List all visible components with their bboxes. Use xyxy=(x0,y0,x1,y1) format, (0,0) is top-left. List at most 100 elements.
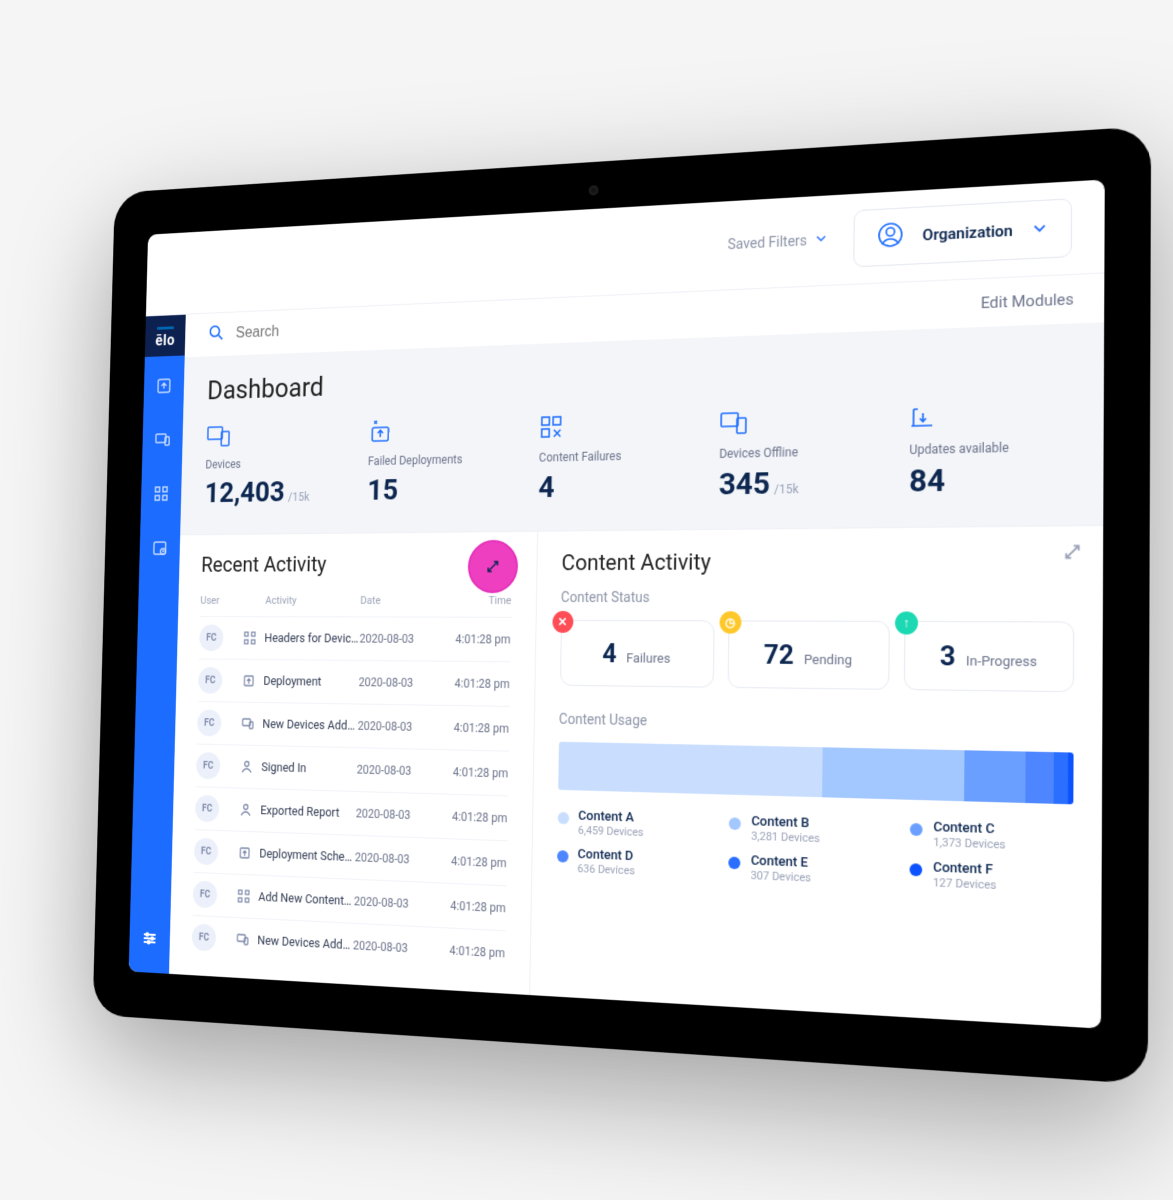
activity-date: 2020-08-03 xyxy=(356,807,434,823)
sidebar-nav-devices[interactable] xyxy=(154,430,171,453)
activity-type-icon xyxy=(234,674,264,688)
content-usage-chart xyxy=(558,742,1074,805)
page-title: Dashboard xyxy=(207,345,1074,406)
chevron-down-icon xyxy=(1032,219,1047,240)
activity-type-icon xyxy=(231,803,261,817)
legend-item: Content D636 Devices xyxy=(556,846,699,880)
legend-dot-icon xyxy=(557,812,569,824)
stat-icon xyxy=(368,412,508,445)
activity-date: 2020-08-03 xyxy=(354,894,432,911)
legend-sub: 636 Devices xyxy=(577,862,635,877)
legend-item: Content E307 Devices xyxy=(728,852,878,887)
activity-table-header: User Activity Date Time xyxy=(200,590,512,617)
status-value: 4 xyxy=(602,639,617,669)
stat-value: 15 xyxy=(367,471,507,507)
usage-segment xyxy=(1054,752,1068,804)
chevron-down-icon xyxy=(815,232,827,249)
activity-time: 4:01:28 pm xyxy=(433,809,507,825)
sidebar-nav-upload[interactable] xyxy=(155,376,172,399)
user-avatar: FC xyxy=(197,710,221,737)
stat-icon xyxy=(539,407,686,441)
activity-type-icon xyxy=(232,760,262,774)
legend-sub: 307 Devices xyxy=(751,869,811,885)
activity-time: 4:01:28 pm xyxy=(435,720,509,735)
activity-text: Exported Report xyxy=(260,803,356,821)
saved-filters-label: Saved Filters xyxy=(728,233,808,253)
stat-card[interactable]: Devices Offline345/15k xyxy=(719,402,875,502)
status-label: In-Progress xyxy=(966,654,1037,671)
activity-date: 2020-08-03 xyxy=(355,850,433,867)
expand-button[interactable] xyxy=(467,540,518,593)
brand-logo: ēlo xyxy=(155,315,175,356)
content-status-label: Content Status xyxy=(561,589,1075,606)
status-card[interactable]: ✕4Failures xyxy=(560,620,715,688)
activity-row[interactable]: FCDeployment2020-08-034:01:28 pm xyxy=(198,658,510,705)
activity-date: 2020-08-03 xyxy=(358,719,436,734)
usage-segment xyxy=(558,742,822,798)
stat-value: 4 xyxy=(538,468,685,505)
activity-text: New Devices Added xyxy=(257,933,353,953)
status-card[interactable]: ◷72Pending xyxy=(727,620,889,690)
sidebar-nav-settings[interactable] xyxy=(141,928,158,952)
stat-card[interactable]: Failed Deployments 15 xyxy=(367,412,508,507)
recent-activity-title: Recent Activity xyxy=(201,552,512,578)
status-value: 72 xyxy=(764,640,794,671)
status-badge-icon: ↑ xyxy=(895,611,918,634)
status-label: Failures xyxy=(626,651,670,667)
status-card[interactable]: ↑3In-Progress xyxy=(904,621,1075,692)
activity-row[interactable]: FC New Devices Added2020-08-034:01:28 pm xyxy=(197,701,510,751)
content-usage-label: Content Usage xyxy=(559,712,1074,738)
status-label: Pending xyxy=(804,653,852,669)
activity-type-icon xyxy=(229,889,259,904)
usage-segment xyxy=(1025,752,1054,804)
organization-label: Organization xyxy=(922,221,1013,244)
activity-text: New Devices Added xyxy=(262,717,358,733)
legend-sub: 3,281 Devices xyxy=(751,829,820,845)
saved-filters-dropdown[interactable]: Saved Filters xyxy=(728,232,828,253)
stat-card[interactable]: Updates available 84 xyxy=(909,397,1073,500)
usage-segment xyxy=(822,747,964,801)
usage-segment xyxy=(1068,752,1074,804)
expand-button[interactable] xyxy=(1064,543,1082,564)
activity-date: 2020-08-03 xyxy=(353,938,431,956)
status-badge-icon: ◷ xyxy=(719,611,741,634)
stat-label: Failed Deployments xyxy=(368,452,508,469)
stat-card[interactable]: Devices12,403/15k xyxy=(204,417,339,510)
activity-time: 4:01:28 pm xyxy=(434,765,508,781)
user-avatar: FC xyxy=(194,838,219,866)
activity-date: 2020-08-03 xyxy=(359,675,437,690)
activity-date: 2020-08-03 xyxy=(357,763,435,779)
user-avatar: FC xyxy=(198,667,222,694)
user-avatar: FC xyxy=(199,624,223,651)
sidebar-nav-apps[interactable] xyxy=(153,484,170,507)
activity-time: 4:01:28 pm xyxy=(432,898,506,915)
activity-type-icon xyxy=(233,717,263,731)
legend-item: Content C1,373 Devices xyxy=(910,819,1068,854)
content-activity-title: Content Activity xyxy=(561,548,1074,577)
activity-type-icon xyxy=(230,846,260,861)
stat-icon xyxy=(206,417,339,449)
usage-segment xyxy=(964,750,1025,803)
stat-value: 84 xyxy=(909,460,1073,500)
stat-label: Updates available xyxy=(909,439,1073,457)
status-value: 3 xyxy=(940,641,956,673)
dashboard-summary: Dashboard Devices12,403/15k Failed Deploy… xyxy=(180,322,1104,534)
legend-sub: 1,373 Devices xyxy=(933,835,1006,851)
stat-card[interactable]: Content Failures4 xyxy=(538,407,686,505)
activity-text: Deployment Scheduled xyxy=(259,846,355,864)
activity-row[interactable]: FCHeaders for Device CSV Expo…2020-08-03… xyxy=(199,616,511,661)
user-avatar: FC xyxy=(195,795,220,822)
stat-label: Devices Offline xyxy=(719,443,874,461)
activity-time: 4:01:28 pm xyxy=(437,632,511,646)
edit-modules-link[interactable]: Edit Modules xyxy=(981,290,1074,313)
stat-icon xyxy=(909,397,1073,433)
profile-icon xyxy=(877,221,904,253)
sidebar-nav-schedule[interactable] xyxy=(151,538,168,561)
legend-dot-icon xyxy=(557,850,569,863)
legend-item: Content A6,459 Devices xyxy=(557,808,700,841)
activity-time: 4:01:28 pm xyxy=(431,943,505,961)
activity-time: 4:01:28 pm xyxy=(433,853,507,870)
organization-selector[interactable]: Organization xyxy=(853,198,1072,267)
user-avatar: FC xyxy=(193,881,218,909)
stat-label: Devices xyxy=(205,455,338,471)
